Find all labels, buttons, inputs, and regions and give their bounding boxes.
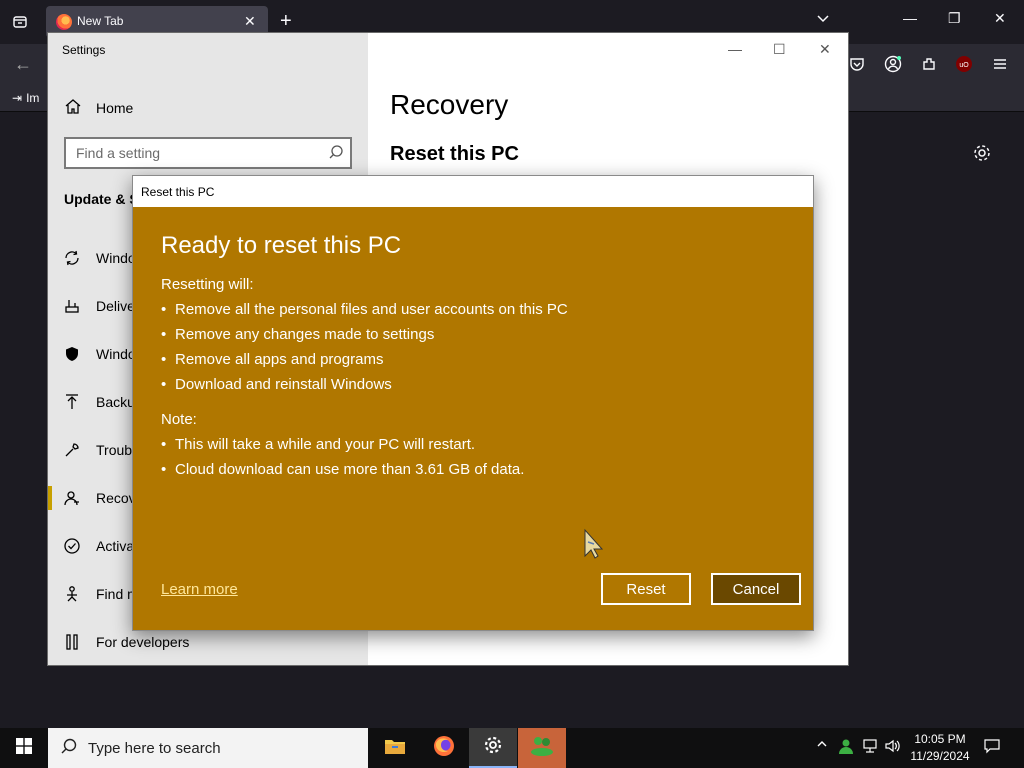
import-bookmarks-link[interactable]: ⇥ Im bbox=[12, 91, 39, 105]
sidebar-item-label: Recov bbox=[96, 490, 136, 506]
list-item: • Remove all the personal files and user … bbox=[161, 301, 568, 318]
ublock-icon[interactable]: uO bbox=[954, 54, 974, 74]
sidebar-item-label: Troub bbox=[96, 442, 133, 458]
tab-title: New Tab bbox=[77, 14, 124, 28]
wrench-icon bbox=[48, 441, 96, 459]
list-item: • Remove all apps and programs bbox=[161, 351, 384, 368]
busy-cursor-icon bbox=[581, 528, 605, 565]
person-icon bbox=[48, 585, 96, 603]
sidebar-home-label: Home bbox=[96, 99, 134, 116]
recovery-icon bbox=[48, 489, 96, 507]
list-item: • Remove any changes made to settings bbox=[161, 326, 435, 343]
list-item-text: Remove any changes made to settings bbox=[175, 326, 435, 343]
import-icon: ⇥ bbox=[12, 91, 23, 105]
reset-button[interactable]: Reset bbox=[601, 573, 691, 605]
show-hidden-icons-chevron-icon[interactable] bbox=[816, 738, 828, 753]
search-icon bbox=[60, 737, 78, 760]
list-item-text: Cloud download can use more than 3.61 GB… bbox=[175, 461, 525, 478]
settings-search-box[interactable] bbox=[64, 137, 352, 169]
list-item-text: Remove all the personal files and user a… bbox=[175, 301, 568, 318]
gear-icon[interactable] bbox=[972, 143, 992, 168]
firefox-logo-icon bbox=[56, 14, 72, 30]
taskbar-app-green[interactable] bbox=[518, 728, 566, 768]
sidebar-item-label: Backu bbox=[96, 394, 135, 410]
notifications-icon[interactable] bbox=[984, 738, 1000, 757]
users-app-icon bbox=[529, 735, 555, 762]
volume-icon[interactable] bbox=[884, 738, 900, 757]
menu-icon[interactable] bbox=[990, 54, 1010, 74]
network-icon[interactable] bbox=[862, 738, 878, 757]
list-item: • Download and reinstall Windows bbox=[161, 376, 392, 393]
delivery-icon bbox=[48, 297, 96, 315]
list-item: • Cloud download can use more than 3.61 G… bbox=[161, 461, 525, 478]
dialog-titlebar: Reset this PC bbox=[133, 176, 813, 207]
settings-maximize-icon[interactable]: ☐ bbox=[773, 41, 786, 58]
developer-icon bbox=[48, 633, 96, 651]
taskbar-file-explorer[interactable] bbox=[371, 728, 419, 768]
settings-window-title: Settings bbox=[62, 43, 106, 57]
restore-icon[interactable]: ❐ bbox=[948, 10, 961, 27]
list-item-text: Remove all apps and programs bbox=[175, 351, 384, 368]
sidebar-item-label: Delive bbox=[96, 298, 135, 314]
import-label: Im bbox=[26, 91, 40, 105]
reset-dialog: Reset this PC Ready to reset this PC Res… bbox=[132, 175, 814, 631]
dialog-window-title: Reset this PC bbox=[141, 185, 215, 199]
check-circle-icon bbox=[48, 537, 96, 555]
taskbar: Type here to search 10:05 PM 11/29/2024 bbox=[0, 728, 1024, 768]
new-tab-plus-icon[interactable]: + bbox=[280, 10, 292, 32]
account-icon[interactable] bbox=[883, 54, 903, 74]
firefox-view-icon[interactable] bbox=[8, 10, 32, 34]
resetting-label: Resetting will: bbox=[161, 276, 254, 293]
search-icon bbox=[328, 144, 344, 165]
minimize-icon[interactable]: — bbox=[903, 10, 917, 26]
page-title: Recovery bbox=[390, 89, 509, 120]
home-icon bbox=[64, 97, 82, 118]
user-tray-icon[interactable] bbox=[838, 738, 854, 757]
refresh-icon bbox=[48, 249, 96, 267]
clock-time: 10:05 PM bbox=[914, 732, 966, 746]
svg-text:uO: uO bbox=[959, 62, 969, 69]
pocket-icon[interactable] bbox=[847, 54, 867, 74]
close-window-icon[interactable]: ✕ bbox=[994, 10, 1006, 27]
windows-logo-icon bbox=[16, 737, 32, 759]
sidebar-section-title: Update & S bbox=[64, 191, 139, 207]
list-item-text: This will take a while and your PC will … bbox=[175, 436, 476, 453]
gear-icon bbox=[483, 735, 503, 760]
taskbar-search-box[interactable]: Type here to search bbox=[48, 728, 368, 768]
start-button[interactable] bbox=[0, 728, 48, 768]
chevron-down-icon[interactable] bbox=[816, 12, 830, 31]
taskbar-firefox[interactable] bbox=[420, 728, 468, 768]
firefox-logo-icon bbox=[433, 735, 455, 762]
sidebar-item-label: For developers bbox=[96, 634, 190, 650]
clock-date: 11/29/2024 bbox=[910, 749, 970, 763]
settings-close-icon[interactable]: ✕ bbox=[819, 41, 831, 58]
learn-more-link[interactable]: Learn more bbox=[161, 581, 238, 598]
taskbar-search-placeholder: Type here to search bbox=[88, 739, 221, 757]
shield-icon bbox=[48, 345, 96, 363]
back-arrow-icon[interactable]: ← bbox=[14, 54, 32, 75]
backup-icon bbox=[48, 393, 96, 411]
close-icon[interactable]: ✕ bbox=[244, 13, 256, 30]
settings-minimize-icon[interactable]: — bbox=[728, 41, 742, 57]
sidebar-item-label: Windo bbox=[96, 250, 136, 266]
sidebar-item-label: Windo bbox=[96, 346, 136, 362]
dialog-heading: Ready to reset this PC bbox=[161, 232, 402, 259]
note-label: Note: bbox=[161, 411, 197, 428]
taskbar-settings[interactable] bbox=[469, 728, 517, 768]
folder-icon bbox=[384, 737, 406, 760]
sidebar-item-home[interactable]: Home bbox=[64, 97, 133, 118]
section-heading: Reset this PC bbox=[390, 143, 519, 165]
list-item: • This will take a while and your PC will… bbox=[161, 436, 476, 453]
sidebar-item-label: Activa bbox=[96, 538, 135, 554]
settings-search-input[interactable] bbox=[66, 139, 306, 167]
taskbar-clock[interactable]: 10:05 PM 11/29/2024 bbox=[900, 731, 980, 765]
extensions-icon[interactable] bbox=[919, 54, 939, 74]
list-item-text: Download and reinstall Windows bbox=[175, 376, 392, 393]
cancel-button[interactable]: Cancel bbox=[711, 573, 801, 605]
